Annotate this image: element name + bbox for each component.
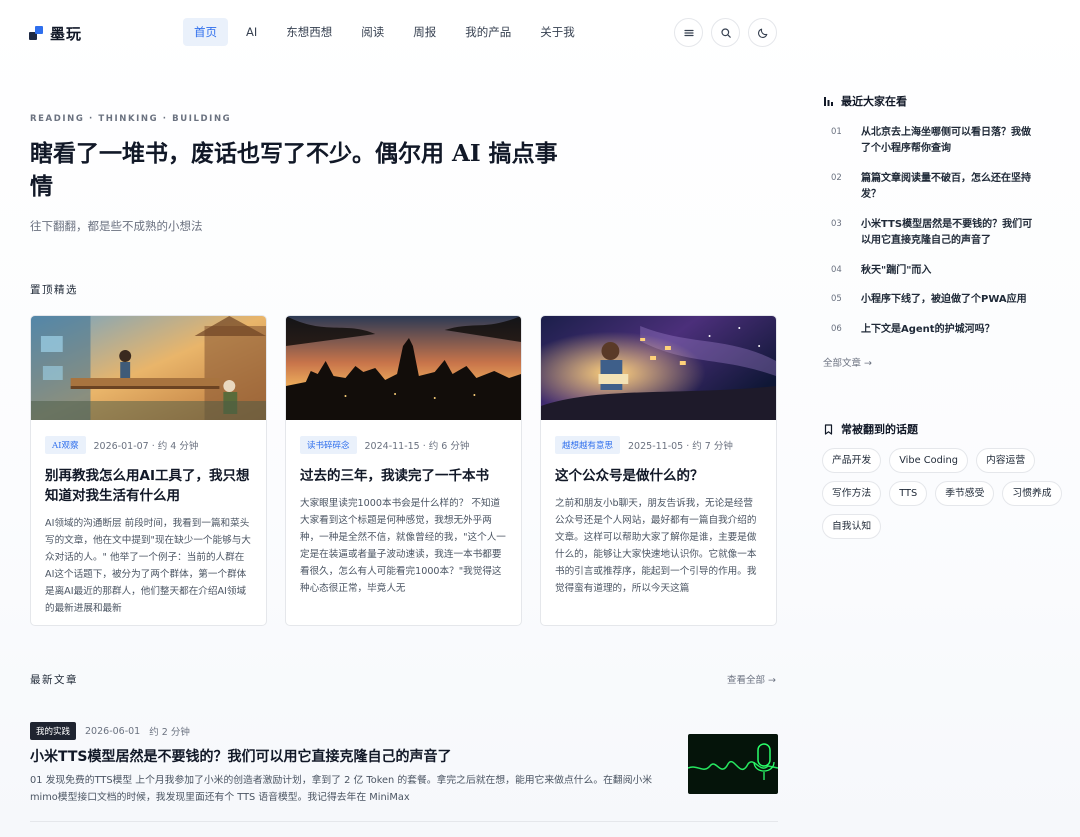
main-nav: 首页 AI 东想西想 阅读 周报 我的产品 关于我: [183, 18, 593, 46]
topic-chip[interactable]: 习惯养成: [1002, 481, 1062, 506]
topic-chip[interactable]: TTS: [889, 481, 928, 506]
search-icon: [720, 27, 731, 38]
bar-chart-icon: [824, 96, 833, 106]
latest-section-title: 最新文章: [30, 674, 78, 686]
nav-item-ai[interactable]: AI: [235, 18, 268, 46]
view-all-link[interactable]: 查看全部 →: [727, 672, 776, 686]
topic-chip[interactable]: 内容运营: [975, 448, 1036, 473]
topic-chip[interactable]: 产品开发: [822, 448, 882, 473]
post-date: 2026-06-01: [85, 725, 141, 737]
topic-chip[interactable]: 自我认知: [822, 514, 882, 539]
pinned-section-title: 置顶精选: [30, 284, 78, 296]
topic-chip[interactable]: 写作方法: [822, 481, 882, 506]
topic-chip[interactable]: 季节感受: [935, 481, 995, 506]
trending-item[interactable]: 05 小程序下线了，被迫做了个PWA应用: [831, 292, 1036, 308]
nav-item-reading[interactable]: 阅读: [350, 18, 395, 46]
nav-item-weekly[interactable]: 周报: [402, 18, 447, 46]
rank-title[interactable]: 篇篇文章阅读量不破百，怎么还在坚持发？: [861, 171, 1036, 203]
post-excerpt: 01 发现免费的TTS模型 上个月我参加了小米的创造者激励计划，拿到了 2 亿 …: [30, 775, 653, 803]
rank-number: 06: [831, 324, 842, 334]
read-time: 约 2 分钟: [149, 727, 190, 738]
rank-title[interactable]: 小程序下线了，被迫做了个PWA应用: [861, 292, 1027, 308]
post-thumbnail[interactable]: [688, 734, 778, 794]
topics-heading: 常被翻到的话题: [823, 421, 918, 437]
trending-item[interactable]: 02 篇篇文章阅读量不破百，怎么还在坚持发？: [831, 171, 1036, 203]
hero-title: 瞎看了一堆书，废话也写了不少。偶尔用 AI 搞点事情: [30, 140, 558, 200]
category-badge[interactable]: AI观察: [45, 436, 86, 454]
menu-icon: [683, 29, 694, 36]
nav-item-about[interactable]: 关于我: [529, 18, 586, 46]
rank-title[interactable]: 从北京去上海坐哪侧可以看日落？我做了个小程序帮你查询: [861, 125, 1036, 157]
pinned-card[interactable]: 读书碎碎念 2024-11-15 · 约 6 分钟 过去的三年，我读完了一千本书…: [285, 315, 522, 626]
category-badge[interactable]: 读书碎碎念: [300, 436, 357, 454]
card-cover-image: [31, 316, 266, 420]
trending-title: 最近大家在看: [841, 95, 907, 108]
nav-item-home[interactable]: 首页: [183, 18, 228, 46]
hero-subtitle: 往下翻翻，都是些不成熟的小想法: [30, 219, 203, 233]
card-excerpt: 大家眼里读完1000本书会是什么样的？ 不知道大家看到这个标题是何种感觉，我想无…: [300, 498, 506, 594]
rank-title[interactable]: 上下文是Agent的护城河吗？: [861, 322, 995, 338]
trending-item[interactable]: 01 从北京去上海坐哪侧可以看日落？我做了个小程序帮你查询: [831, 125, 1036, 157]
moon-icon: [757, 28, 767, 38]
bookmark-icon: [824, 423, 833, 435]
card-excerpt: AI领域的沟通断层 前段时间，我看到一篇和菜头写的文章，他在文中提到"现在缺少一…: [45, 518, 251, 614]
search-button[interactable]: [711, 18, 740, 47]
rank-number: 03: [831, 219, 842, 229]
nav-item-products[interactable]: 我的产品: [454, 18, 522, 46]
topic-list: 产品开发 Vibe Coding 内容运营 写作方法 TTS 季节感受 习惯养成…: [822, 448, 1062, 539]
card-title[interactable]: 别再教我怎么用AI工具了，我只想知道对我生活有什么用: [45, 466, 252, 506]
category-badge[interactable]: 越想越有意思: [555, 436, 621, 454]
rank-title[interactable]: 秋天"踹门"而入: [861, 263, 931, 279]
category-tag[interactable]: 我的实践: [30, 722, 77, 740]
topics-title: 常被翻到的话题: [841, 423, 918, 436]
post-meta: 2026-01-07 · 约 4 分钟: [93, 441, 199, 452]
hero-eyebrow: READING · THINKING · BUILDING: [30, 114, 232, 124]
trending-heading: 最近大家在看: [823, 93, 907, 109]
pinned-card[interactable]: 越想越有意思 2025-11-05 · 约 7 分钟 这个公众号是做什么的？ 之…: [540, 315, 777, 626]
post-meta: 2024-11-15 · 约 6 分钟: [364, 441, 470, 452]
rank-number: 01: [831, 127, 842, 137]
all-posts-link[interactable]: 全部文章 →: [823, 355, 872, 369]
nav-item-thoughts[interactable]: 东想西想: [275, 18, 343, 46]
topic-chip[interactable]: Vibe Coding: [889, 448, 968, 473]
menu-button[interactable]: [674, 18, 703, 47]
site-header: 墨玩 首页 AI 东想西想 阅读 周报 我的产品 关于我: [0, 0, 1080, 64]
card-excerpt: 之前和朋友小b聊天，朋友告诉我，无论是经营公众号还是个人网站，最好都有一篇自我介…: [555, 498, 757, 594]
logo-icon: [29, 26, 44, 41]
post-meta: 2025-11-05 · 约 7 分钟: [628, 441, 733, 452]
trending-item[interactable]: 06 上下文是Agent的护城河吗？: [831, 322, 1036, 338]
rank-title[interactable]: 小米TTS模型居然是不要钱的？我们可以用它直接克隆自己的声音了: [861, 217, 1036, 249]
rank-number: 04: [831, 265, 842, 275]
pinned-card[interactable]: AI观察 2026-01-07 · 约 4 分钟 别再教我怎么用AI工具了，我只…: [30, 315, 267, 626]
rank-number: 02: [831, 173, 842, 183]
card-cover-image: [541, 316, 776, 420]
trending-item[interactable]: 04 秋天"踹门"而入: [831, 263, 1036, 279]
rank-number: 05: [831, 294, 842, 304]
card-title[interactable]: 这个公众号是做什么的？: [555, 466, 762, 486]
card-cover-image: [286, 316, 521, 420]
site-logo[interactable]: 墨玩: [29, 23, 82, 44]
post-title[interactable]: 小米TTS模型居然是不要钱的？我们可以用它直接克隆自己的声音了: [30, 746, 452, 766]
theme-toggle-button[interactable]: [748, 18, 777, 47]
brand-name: 墨玩: [50, 25, 83, 43]
card-title[interactable]: 过去的三年，我读完了一千本书: [300, 466, 507, 486]
trending-item[interactable]: 03 小米TTS模型居然是不要钱的？我们可以用它直接克隆自己的声音了: [831, 217, 1036, 249]
latest-post-item[interactable]: 我的实践 2026-06-01 约 2 分钟 小米TTS模型居然是不要钱的？我们…: [30, 722, 778, 822]
